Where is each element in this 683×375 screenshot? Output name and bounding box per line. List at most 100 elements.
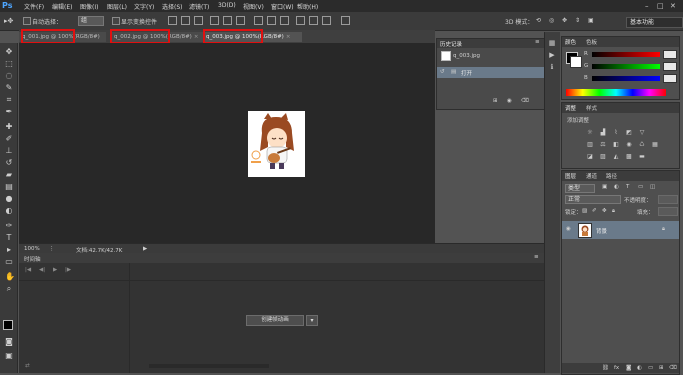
actions-panel-icon[interactable]: ▶ [548, 52, 556, 59]
distribute-vcenter-icon[interactable] [267, 16, 276, 25]
brush-tool-icon[interactable]: ✐ [5, 135, 13, 143]
lasso-tool-icon[interactable]: ◌ [5, 72, 13, 80]
menu-image[interactable]: 图像(I) [80, 2, 98, 11]
invert-icon[interactable]: ◪ [586, 153, 594, 160]
blur-tool-icon[interactable]: ● [5, 195, 13, 203]
hue-saturation-icon[interactable]: ▥ [586, 141, 594, 148]
properties-panel-icon[interactable]: ℹ [548, 64, 556, 71]
distribute-top-icon[interactable] [254, 16, 263, 25]
red-slider[interactable] [592, 52, 660, 57]
paths-tab[interactable]: 路径 [606, 172, 617, 180]
photo-filter-icon[interactable]: ◉ [625, 141, 633, 148]
maximize-icon[interactable]: □ [657, 2, 664, 10]
status-menu-arrow-icon[interactable]: ▶ [143, 246, 147, 252]
filter-adjust-icon[interactable]: ◐ [614, 184, 619, 190]
black-white-icon[interactable]: ◧ [612, 141, 620, 148]
crop-tool-icon[interactable]: ⌗ [5, 96, 13, 104]
background-color-swatch[interactable] [570, 56, 582, 68]
menu-filter[interactable]: 滤镜(T) [189, 2, 209, 11]
align-top-icon[interactable] [168, 16, 177, 25]
panel-menu-icon[interactable]: ≡ [534, 254, 539, 260]
layer-filter-dropdown[interactable]: 类型 [565, 184, 595, 193]
dodge-tool-icon[interactable]: ◐ [5, 207, 13, 215]
layer-row[interactable]: ◉ 背景 🔒︎ [562, 221, 679, 239]
color-spectrum-bar[interactable] [566, 89, 666, 96]
show-transform-checkbox[interactable] [112, 17, 120, 25]
fill-input[interactable] [658, 207, 678, 216]
menu-help[interactable]: 帮助(H) [297, 2, 318, 11]
lock-all-icon[interactable]: 🔒︎ [612, 208, 615, 215]
gradient-map-icon[interactable]: ▬ [638, 153, 646, 160]
align-hcenter-icon[interactable] [223, 16, 232, 25]
menu-type[interactable]: 文字(Y) [134, 2, 154, 11]
red-value-input[interactable] [663, 50, 677, 59]
vibrance-icon[interactable]: ▽ [638, 129, 646, 136]
threshold-icon[interactable]: ◭ [612, 153, 620, 160]
quick-mask-icon[interactable]: ◙ [5, 338, 13, 346]
workspace-dropdown[interactable]: 基本功能 [626, 17, 683, 28]
align-bottom-icon[interactable] [194, 16, 203, 25]
align-right-icon[interactable] [236, 16, 245, 25]
adjustment-layer-icon[interactable]: ◐ [637, 365, 642, 371]
zoom-level[interactable]: 100% [24, 246, 40, 252]
convert-icon[interactable]: ⇄ [25, 363, 30, 369]
menu-3d[interactable]: 3D(D) [218, 2, 236, 9]
pen-tool-icon[interactable]: ✑ [5, 222, 13, 230]
play-icon[interactable]: ▶ [53, 267, 57, 273]
menu-edit[interactable]: 编辑(E) [52, 2, 72, 11]
posterize-icon[interactable]: ▨ [599, 153, 607, 160]
channels-tab[interactable]: 通道 [586, 172, 597, 180]
lock-pixels-icon[interactable]: ▨ [582, 208, 587, 214]
scale-3d-icon[interactable]: ▣ [588, 17, 594, 24]
shape-tool-icon[interactable]: ▭ [5, 258, 13, 266]
rotate-3d-icon[interactable]: ⟲ [536, 17, 541, 24]
selective-color-icon[interactable]: ▩ [625, 153, 633, 160]
distribute-hcenter-icon[interactable] [309, 16, 318, 25]
move-tool-icon[interactable]: ✥ [5, 48, 13, 56]
filter-smart-icon[interactable]: ◫ [650, 184, 655, 190]
link-icon[interactable]: ⛓ [602, 365, 609, 371]
history-step-row[interactable]: ↺ ▤ 打开 [437, 67, 544, 78]
healing-brush-tool-icon[interactable]: ✚ [5, 123, 13, 131]
close-icon[interactable]: × [194, 34, 199, 40]
history-brush-tool-icon[interactable]: ↺ [5, 159, 13, 167]
trash-icon[interactable]: ⌫ [521, 98, 529, 104]
blue-value-input[interactable] [663, 74, 677, 83]
camera-icon[interactable]: ◉ [507, 98, 512, 104]
zoom-tool-icon[interactable]: ⌕ [5, 285, 13, 293]
trash-icon[interactable]: ⌫ [669, 365, 677, 371]
channel-mixer-icon[interactable]: ♺ [638, 141, 646, 148]
clone-stamp-tool-icon[interactable]: ⊥ [5, 147, 13, 155]
brightness-icon[interactable]: ☼ [586, 129, 594, 136]
gradient-tool-icon[interactable]: ▤ [5, 183, 13, 191]
history-tab[interactable]: 历史记录 [440, 40, 462, 48]
create-frame-animation-button[interactable]: 创建帧动画 [246, 315, 304, 326]
eye-icon[interactable]: ◉ [566, 226, 571, 232]
move-tool-icon[interactable]: ▸✥ [4, 17, 13, 25]
timeline-tab[interactable]: 时间轴 [24, 255, 41, 263]
history-panel-icon[interactable]: ▦ [548, 40, 556, 47]
green-slider[interactable] [592, 64, 660, 69]
foreground-color-swatch[interactable] [3, 320, 13, 330]
next-frame-icon[interactable]: |▶ [65, 267, 71, 273]
first-frame-icon[interactable]: |◀ [25, 267, 31, 273]
lock-brush-icon[interactable]: ✐ [592, 208, 597, 214]
opacity-input[interactable] [658, 195, 678, 204]
color-lookup-icon[interactable]: ▦ [651, 141, 659, 148]
panel-menu-icon[interactable]: ≡ [535, 39, 540, 45]
blend-mode-dropdown[interactable]: 正常 [565, 195, 621, 204]
prev-frame-icon[interactable]: ◀| [39, 267, 45, 273]
auto-select-checkbox[interactable] [23, 17, 31, 25]
swatches-tab[interactable]: 色板 [586, 38, 597, 46]
eyedropper-tool-icon[interactable]: ✒ [5, 108, 13, 116]
minimize-icon[interactable]: – [645, 2, 649, 10]
levels-icon[interactable]: ▟ [599, 129, 607, 136]
drag-3d-icon[interactable]: ✥ [562, 17, 567, 24]
adjustments-tab[interactable]: 调整 [565, 104, 576, 112]
layers-tab[interactable]: 图层 [565, 172, 576, 180]
lock-position-icon[interactable]: ✥ [602, 208, 607, 214]
timeline-scrollbar[interactable] [149, 364, 269, 368]
auto-select-dropdown[interactable]: 组 [78, 16, 104, 26]
distribute-left-icon[interactable] [296, 16, 305, 25]
document-image[interactable] [248, 111, 305, 177]
